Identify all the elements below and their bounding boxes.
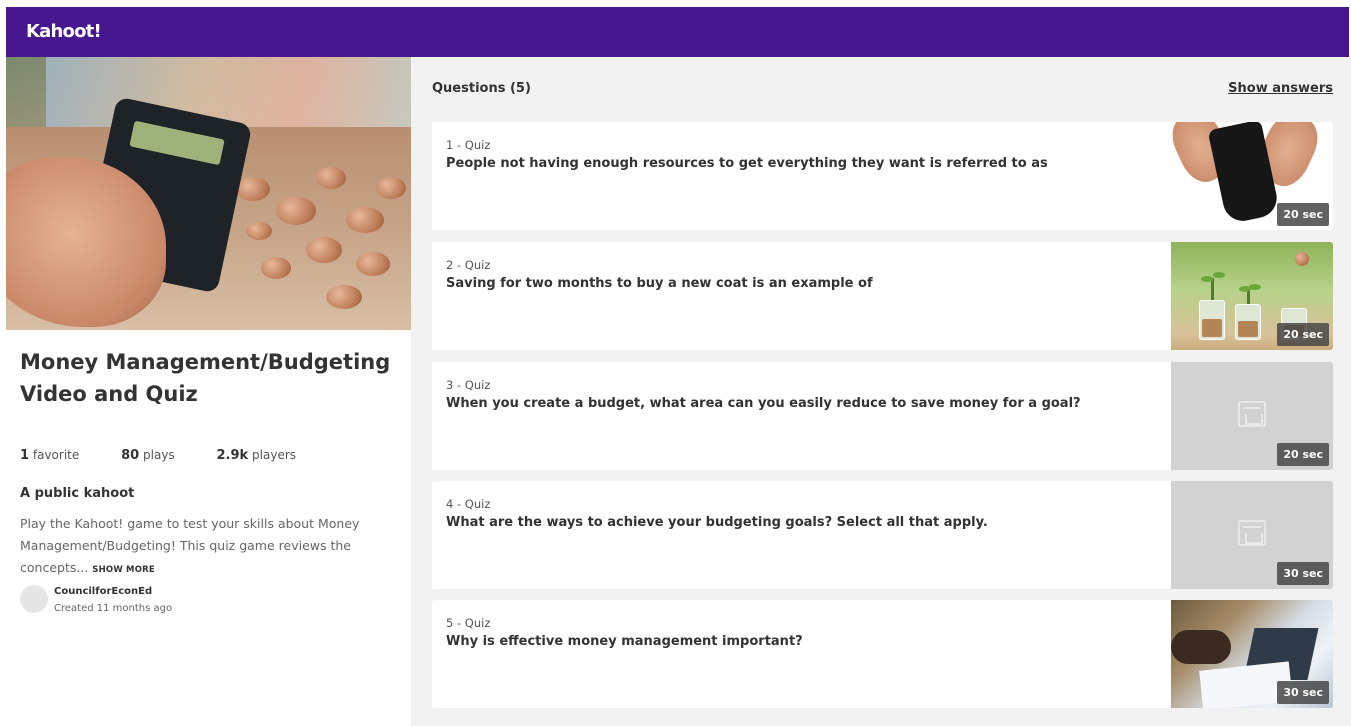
author-name[interactable]: CouncilforEconEd: [54, 586, 152, 597]
question-image: 20 sec: [1171, 242, 1333, 350]
question-type: 3 - Quiz: [446, 378, 491, 392]
image-placeholder-icon: [1238, 520, 1266, 546]
kahoot-details-sidebar: Money Management/Budgeting Video and Qui…: [6, 57, 411, 726]
time-limit-badge: 20 sec: [1277, 443, 1329, 466]
cover-image: [6, 57, 411, 330]
question-type: 4 - Quiz: [446, 497, 491, 511]
created-date: Created 11 months ago: [54, 603, 173, 614]
players-stat: 2.9k players: [216, 448, 297, 463]
kahoot-logo[interactable]: Kahoot!: [26, 21, 102, 42]
question-text: Why is effective money management import…: [446, 634, 803, 649]
question-image: 30 sec: [1171, 600, 1333, 708]
question-image: 20 sec: [1171, 122, 1333, 230]
visibility-heading: A public kahoot: [20, 486, 135, 501]
time-limit-badge: 20 sec: [1277, 323, 1329, 346]
questions-panel: Questions (5) Show answers 1 - Quiz Peop…: [411, 57, 1351, 726]
question-text: Saving for two months to buy a new coat …: [446, 276, 873, 291]
kahoot-description: Play the Kahoot! game to test your skill…: [20, 516, 360, 575]
question-card[interactable]: 3 - Quiz When you create a budget, what …: [432, 362, 1333, 470]
question-text: People not having enough resources to ge…: [446, 156, 1048, 171]
show-more-link[interactable]: SHOW MORE: [92, 565, 155, 575]
plays-stat: 80 plays: [121, 448, 175, 463]
question-text: What are the ways to achieve your budget…: [446, 515, 988, 530]
question-card[interactable]: 1 - Quiz People not having enough resour…: [432, 122, 1333, 230]
time-limit-badge: 30 sec: [1277, 562, 1329, 585]
avatar[interactable]: [20, 585, 48, 613]
image-placeholder-icon: [1238, 401, 1266, 427]
top-nav-bar: Kahoot!: [6, 7, 1349, 57]
favorites-stat: 1 favorite: [20, 448, 80, 463]
kahoot-title: Money Management/Budgeting Video and Qui…: [20, 350, 391, 406]
question-type: 5 - Quiz: [446, 616, 491, 630]
question-type: 2 - Quiz: [446, 258, 491, 272]
kahoot-stats: 1 favorite 80 plays 2.9k players: [20, 448, 334, 463]
time-limit-badge: 30 sec: [1277, 681, 1329, 704]
question-image-placeholder: 30 sec: [1171, 481, 1333, 589]
banknotes-decoration: [46, 57, 411, 127]
show-answers-button[interactable]: Show answers: [1228, 81, 1333, 96]
question-card[interactable]: 2 - Quiz Saving for two months to buy a …: [432, 242, 1333, 350]
question-card[interactable]: 4 - Quiz What are the ways to achieve yo…: [432, 481, 1333, 589]
question-card[interactable]: 5 - Quiz Why is effective money manageme…: [432, 600, 1333, 708]
time-limit-badge: 20 sec: [1277, 203, 1329, 226]
question-image-placeholder: 20 sec: [1171, 362, 1333, 470]
questions-heading: Questions (5): [432, 81, 531, 96]
question-type: 1 - Quiz: [446, 138, 491, 152]
question-text: When you create a budget, what area can …: [446, 396, 1081, 411]
